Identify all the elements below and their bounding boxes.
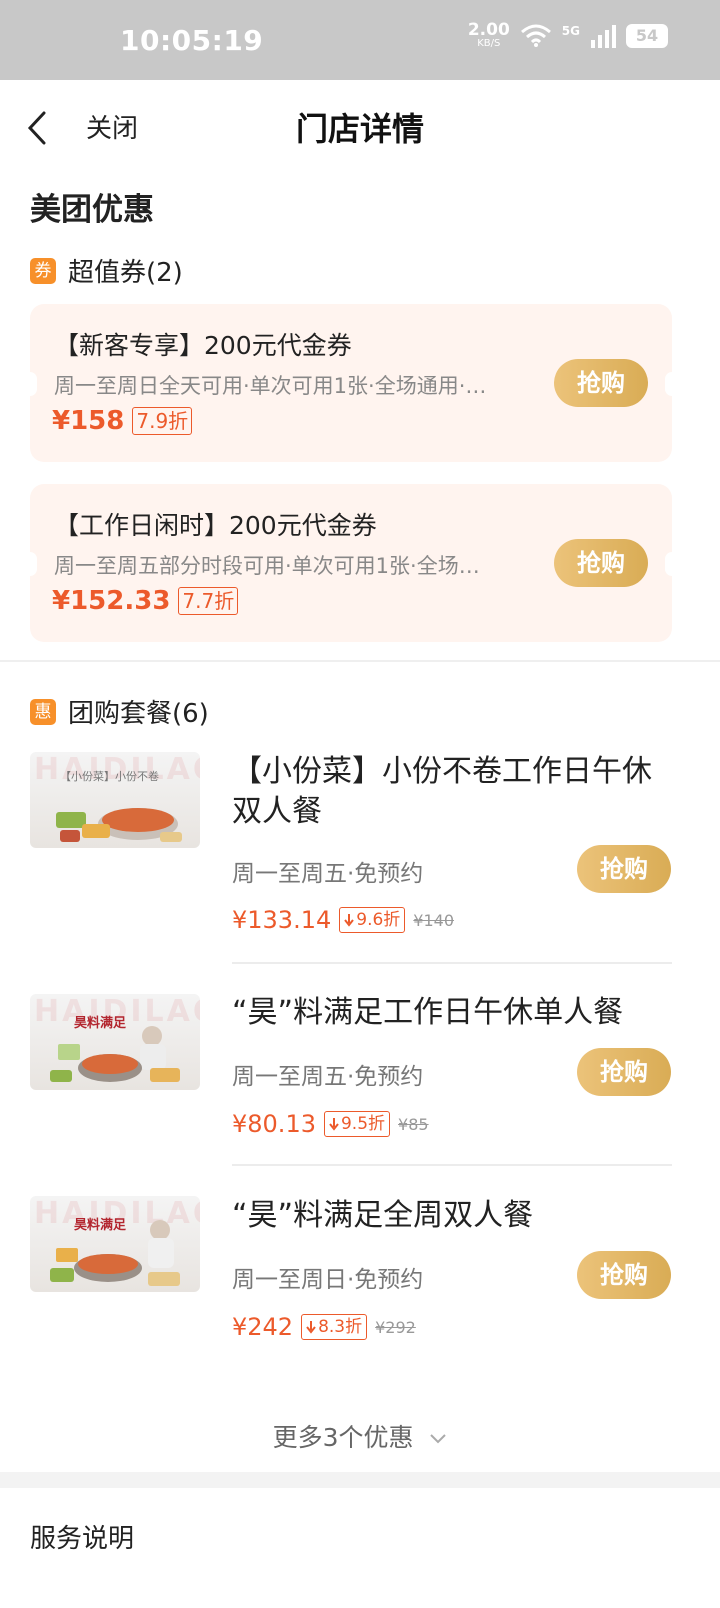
- battery-level: 54: [635, 25, 659, 45]
- deal-price-row: ¥133.14 9.6折 ¥140: [232, 906, 454, 934]
- service-heading: 服务说明: [30, 1524, 135, 1554]
- deal-price: ¥80.13: [232, 1110, 316, 1138]
- coupon-title: 【新客专享】200元代金券: [54, 331, 352, 360]
- coupon-buy-button[interactable]: 抢购: [554, 539, 648, 587]
- coupon-discount-badge: 7.9折: [132, 407, 193, 435]
- thumbnail-caption: 【小份菜】小份不卷: [60, 770, 159, 783]
- chevron-down-icon: [430, 1434, 447, 1444]
- coupon-notch: [23, 552, 37, 576]
- coupon-title: 【工作日闲时】200元代金券: [54, 511, 377, 540]
- deal-divider: [232, 962, 672, 964]
- down-arrow-icon: [344, 914, 355, 927]
- net-speed: 2.00 KB/S: [468, 22, 510, 49]
- group-deals-heading: 惠 团购套餐(6): [30, 693, 209, 730]
- signal-icon: [591, 24, 616, 48]
- coupon-heading-label: 超值券(2): [68, 258, 183, 288]
- food-image: [50, 1220, 180, 1286]
- coupon-tag-icon: 券: [30, 257, 56, 284]
- down-arrow-icon: [306, 1321, 316, 1334]
- wifi-icon: [520, 24, 551, 47]
- down-arrow-icon: [329, 1118, 339, 1131]
- deal-price: ¥242: [232, 1313, 294, 1341]
- deal-original-price: ¥140: [413, 910, 455, 930]
- deal-desc: 周一至周日·免预约: [232, 1267, 424, 1293]
- section-gap: [0, 1472, 720, 1488]
- deal-thumbnail[interactable]: HAIDILAO 【小份菜】小份不卷: [30, 752, 200, 848]
- deal-buy-button[interactable]: 抢购: [577, 1048, 671, 1096]
- deal-original-price: ¥85: [398, 1114, 429, 1134]
- deal-discount-badge: 8.3折: [301, 1314, 368, 1340]
- coupon-buy-button[interactable]: 抢购: [554, 359, 648, 407]
- group-deals-heading-label: 团购套餐(6): [68, 699, 209, 729]
- deal-discount-badge: 9.5折: [323, 1111, 391, 1137]
- more-offers-label: 更多3个优惠: [272, 1423, 414, 1452]
- status-time: 10:05:19: [120, 24, 264, 57]
- coupon-price: ¥158: [52, 406, 125, 436]
- deal-desc: 周一至周五·免预约: [232, 861, 424, 887]
- coupon-desc: 周一至周日全天可用·单次可用1张·全场通用·…: [54, 374, 487, 398]
- coupon-notch: [665, 372, 679, 396]
- coupon-price-row: ¥158 7.9折: [52, 406, 193, 436]
- food-image: [50, 1026, 180, 1082]
- net-speed-value: 2.00: [467, 20, 510, 40]
- deal-title[interactable]: “昊”料满足全周双人餐: [232, 1196, 662, 1236]
- coupon-price-row: ¥152.33 7.7折: [52, 586, 239, 616]
- battery-icon: 54: [626, 23, 668, 48]
- offers-section-title: 美团优惠: [30, 192, 154, 228]
- deal-buy-button[interactable]: 抢购: [577, 845, 671, 893]
- deal-desc: 周一至周五·免预约: [232, 1064, 424, 1090]
- network-type: 5G: [561, 24, 580, 38]
- deal-thumbnail[interactable]: HAIDILAO 昊料满足: [30, 994, 200, 1090]
- deal-discount: 9.5折: [340, 1114, 386, 1134]
- page-title: 门店详情: [295, 110, 424, 148]
- deal-buy-button[interactable]: 抢购: [577, 1251, 671, 1299]
- coupon-card[interactable]: 【工作日闲时】200元代金券 周一至周五部分时段可用·单次可用1张·全场… ¥1…: [23, 484, 679, 642]
- deal-title[interactable]: 【小份菜】小份不卷工作日午休双人餐: [232, 752, 662, 832]
- coupon-heading: 券 超值券(2): [30, 252, 183, 289]
- deal-discount-badge: 9.6折: [339, 907, 406, 933]
- deal-divider: [232, 1164, 672, 1166]
- net-speed-unit: KB/S: [477, 38, 501, 49]
- status-icons: 2.00 KB/S 5G 54: [468, 22, 668, 49]
- status-bar: 10:05:19 2.00 KB/S 5G 54: [0, 0, 720, 80]
- coupon-notch: [665, 552, 679, 576]
- coupon-price: ¥152.33: [52, 586, 171, 616]
- deal-price-row: ¥242 8.3折 ¥292: [232, 1313, 416, 1341]
- coupon-notch: [23, 372, 37, 396]
- more-offers-link[interactable]: 更多3个优惠: [0, 1418, 720, 1454]
- coupon-desc: 周一至周五部分时段可用·单次可用1张·全场…: [54, 554, 480, 578]
- coupon-card[interactable]: 【新客专享】200元代金券 周一至周日全天可用·单次可用1张·全场通用·… ¥1…: [23, 304, 679, 462]
- deal-price-row: ¥80.13 9.5折 ¥85: [232, 1110, 429, 1138]
- nav-bar: 关闭 门店详情: [0, 80, 720, 172]
- deal-title[interactable]: “昊”料满足工作日午休单人餐: [232, 993, 662, 1033]
- deal-tag-icon: 惠: [30, 698, 56, 725]
- deal-discount: 9.6折: [356, 910, 401, 930]
- section-divider: [0, 660, 720, 662]
- deal-thumbnail[interactable]: HAIDILAO 昊料满足: [30, 1196, 200, 1292]
- food-image: [56, 808, 182, 842]
- deal-original-price: ¥292: [375, 1317, 416, 1337]
- deal-discount: 8.3折: [318, 1317, 363, 1337]
- deal-price: ¥133.14: [232, 906, 332, 934]
- coupon-discount-badge: 7.7折: [178, 587, 239, 615]
